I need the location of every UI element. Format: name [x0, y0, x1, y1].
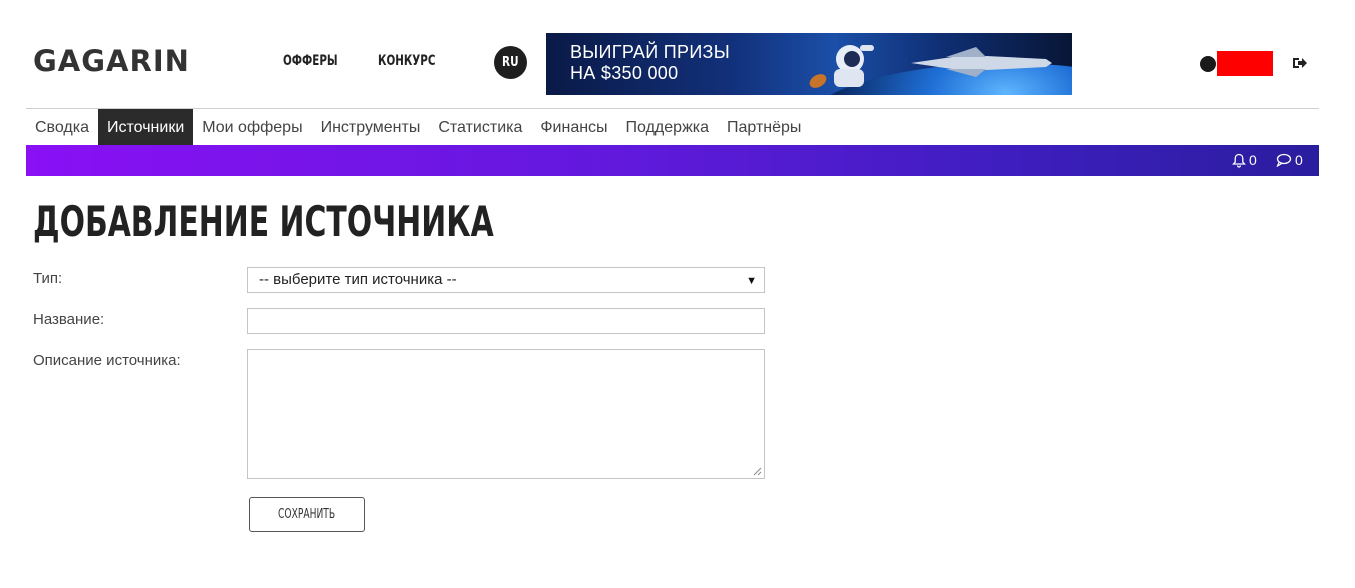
- messages-button[interactable]: 0: [1276, 150, 1303, 170]
- main-nav: Сводка Источники Мои офферы Инструменты …: [26, 109, 810, 145]
- user-name-redacted[interactable]: [1217, 51, 1273, 76]
- nav-item-sources[interactable]: Источники: [98, 109, 194, 145]
- resize-grip-icon[interactable]: [752, 466, 762, 476]
- nav-item-finance[interactable]: Финансы: [531, 109, 616, 145]
- type-select[interactable]: -- выберите тип источника -- ▼: [247, 267, 765, 293]
- logo[interactable]: GAGARIN: [33, 44, 190, 78]
- nav-item-summary[interactable]: Сводка: [26, 109, 98, 145]
- contest-link[interactable]: КОНКУРС: [378, 52, 435, 70]
- page-title: ДОБАВЛЕНИЕ ИСТОЧНИКА: [33, 197, 494, 246]
- language-switcher[interactable]: RU: [494, 46, 527, 79]
- offers-link[interactable]: ОФФЕРЫ: [283, 52, 338, 70]
- dropdown-arrow-icon: ▼: [746, 275, 757, 287]
- name-label: Название:: [33, 311, 105, 328]
- promo-banner[interactable]: ВЫИГРАЙ ПРИЗЫ НА $350 000: [546, 33, 1072, 95]
- nav-item-partners[interactable]: Партнёры: [718, 109, 810, 145]
- notifications-count: 0: [1249, 152, 1257, 168]
- avatar[interactable]: [1200, 56, 1216, 72]
- nav-item-support[interactable]: Поддержка: [617, 109, 718, 145]
- bell-icon: [1232, 153, 1246, 168]
- spaceship-graphic: [911, 47, 1052, 77]
- notifications-button[interactable]: 0: [1232, 150, 1257, 170]
- description-textarea[interactable]: [247, 349, 765, 479]
- name-input[interactable]: [247, 308, 765, 334]
- chat-icon: [1276, 153, 1292, 167]
- logout-icon[interactable]: [1292, 56, 1308, 70]
- save-button[interactable]: СОХРАНИТЬ: [249, 497, 365, 532]
- banner-text: ВЫИГРАЙ ПРИЗЫ НА $350 000: [570, 42, 730, 83]
- description-label: Описание источника:: [33, 352, 181, 369]
- nav-item-my-offers[interactable]: Мои офферы: [193, 109, 311, 145]
- header: GAGARIN ОФФЕРЫ КОНКУРС RU ВЫИГРАЙ ПРИЗЫ …: [0, 0, 1355, 108]
- astronaut-graphic: [809, 45, 874, 88]
- nav-item-tools[interactable]: Инструменты: [312, 109, 430, 145]
- type-select-value: -- выберите тип источника --: [259, 271, 457, 288]
- nav-item-statistics[interactable]: Статистика: [429, 109, 531, 145]
- accent-bar: [26, 145, 1319, 176]
- type-label: Тип:: [33, 270, 63, 287]
- messages-count: 0: [1295, 152, 1303, 168]
